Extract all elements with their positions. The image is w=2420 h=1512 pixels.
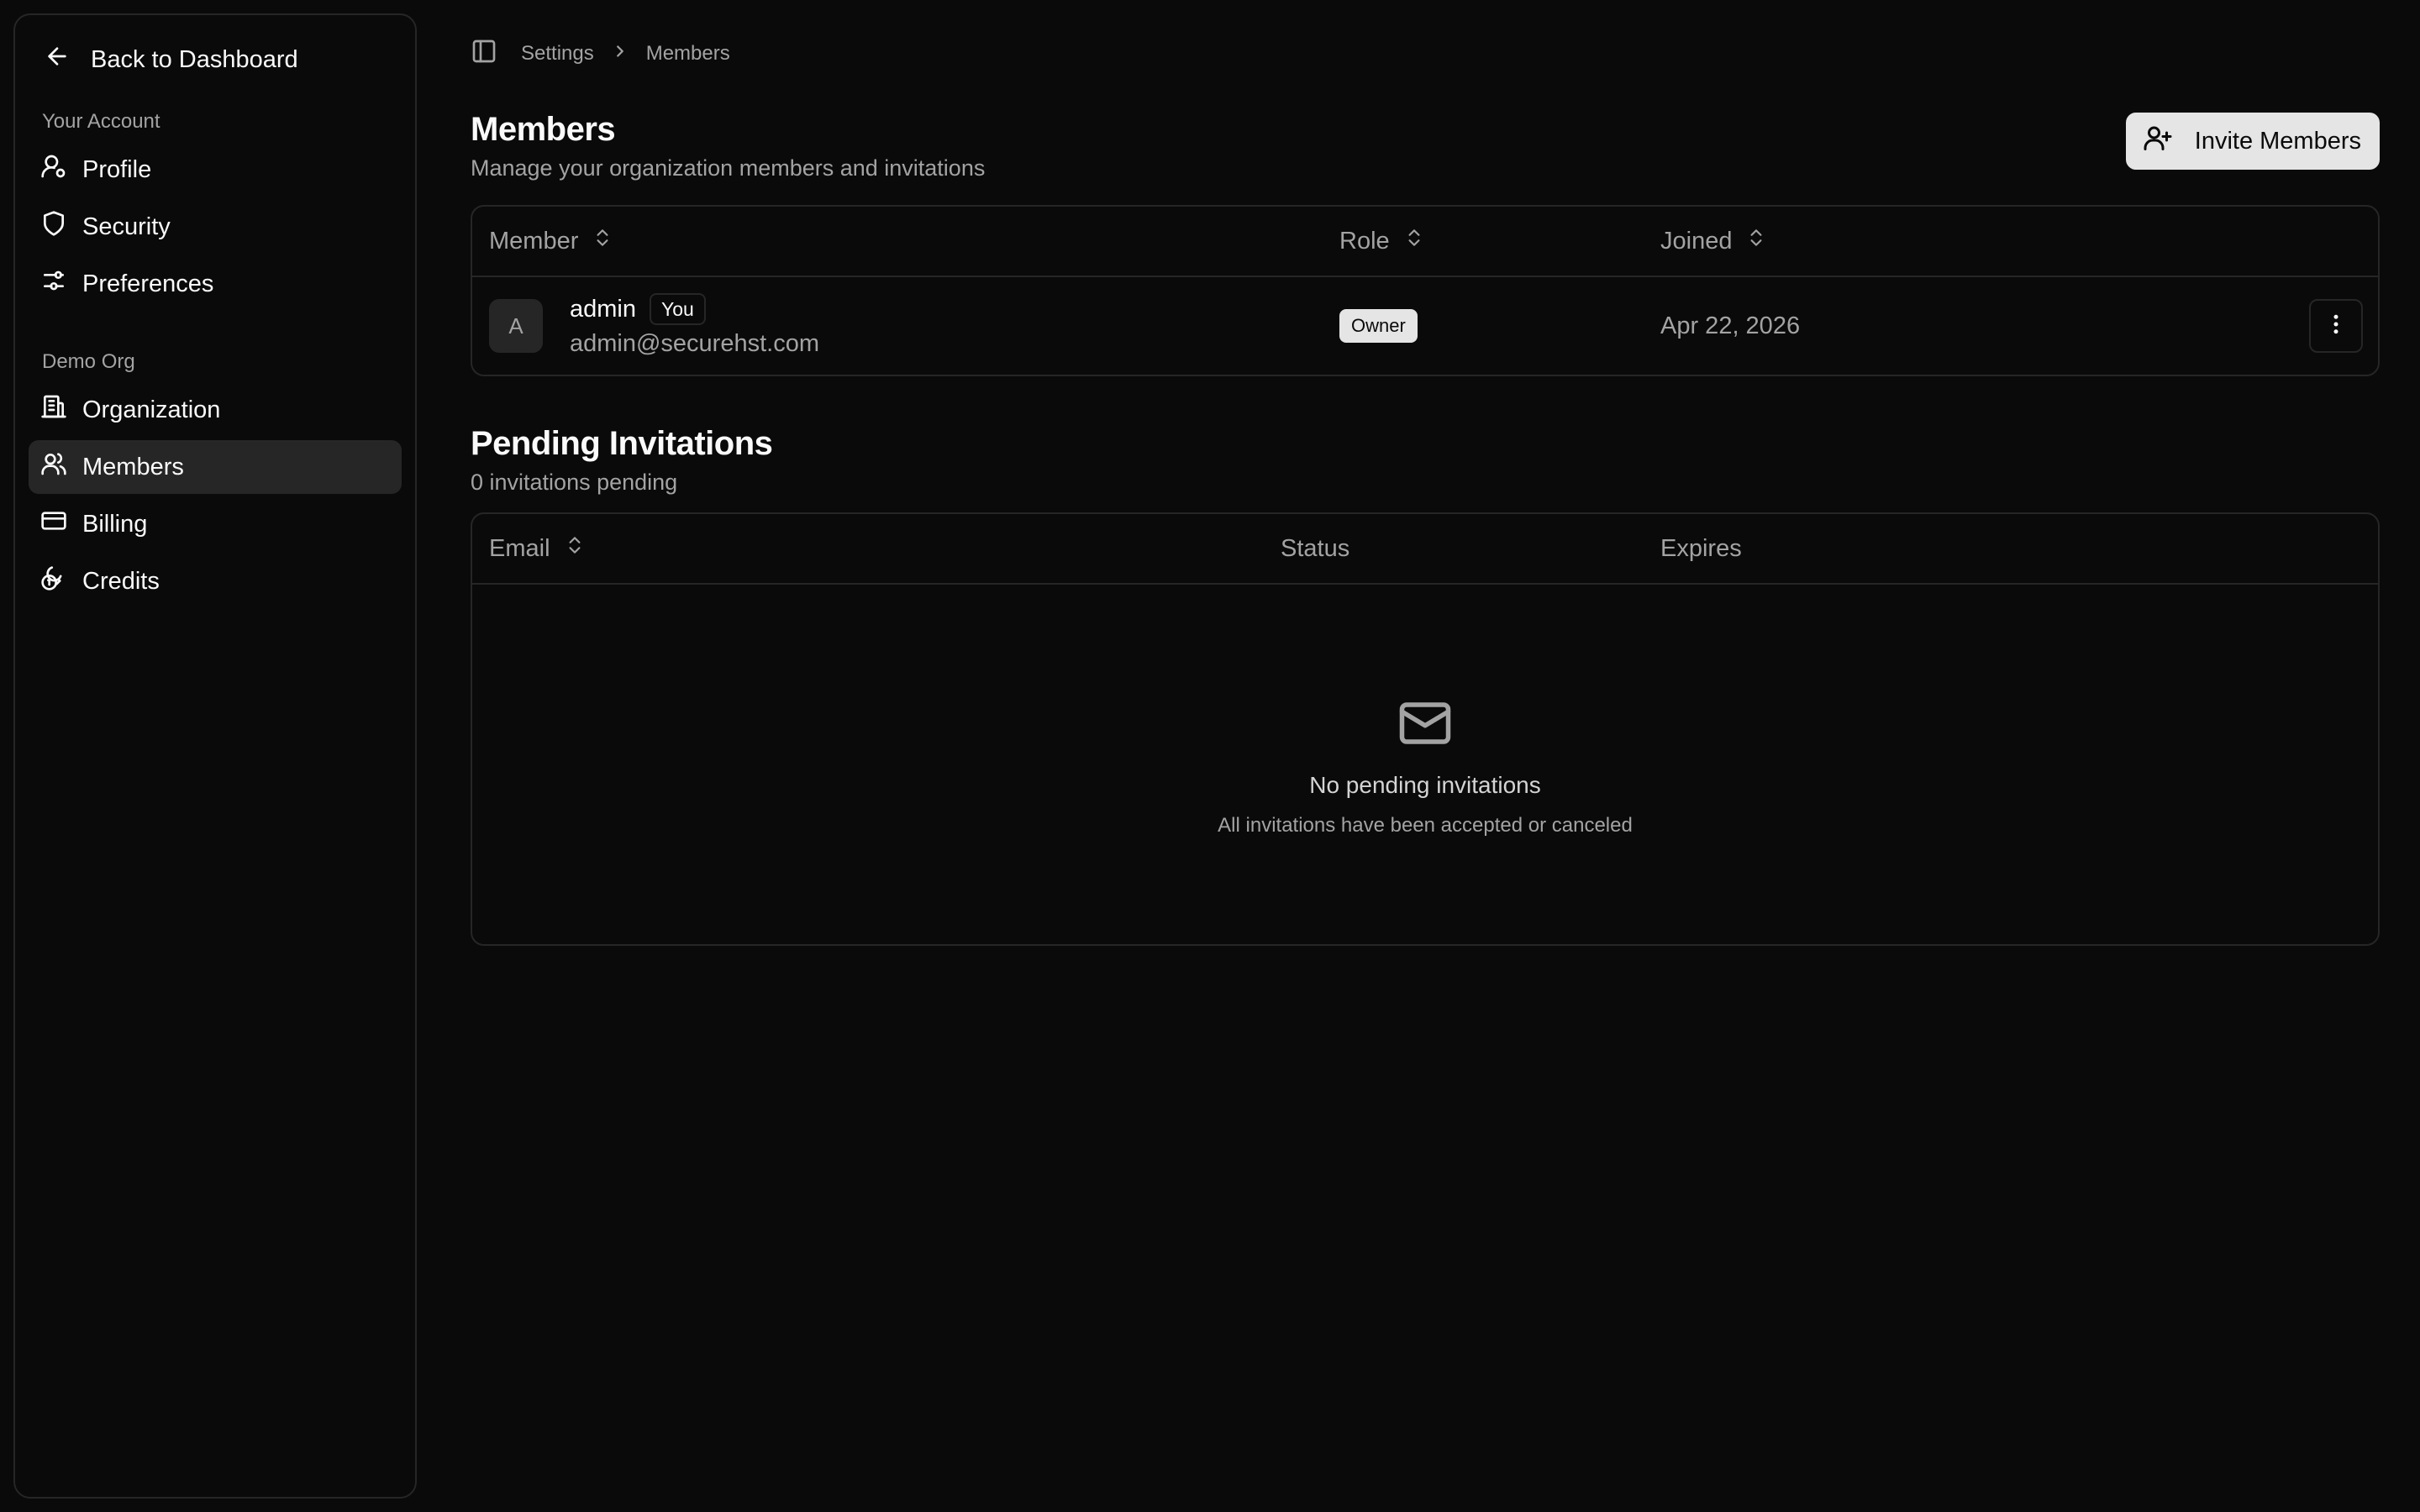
column-header-joined[interactable]: Joined [1660,227,1767,255]
members-table: Member Role Joined A admin You admin@sec… [471,205,2380,376]
you-badge: You [650,293,706,325]
back-to-dashboard-link[interactable]: Back to Dashboard [29,34,402,86]
member-email: admin@securehst.com [570,330,819,357]
column-header-email[interactable]: Email [489,534,1281,563]
sidebar-group-label-account: Your Account [42,110,160,133]
column-label: Joined [1660,227,1733,255]
role-badge: Owner [1339,309,1418,343]
invitations-table-header: Email Status Expires [472,514,2378,585]
row-actions-button[interactable] [2309,299,2363,353]
sidebar-toggle-icon[interactable] [471,38,497,71]
sidebar-item-members[interactable]: Members [29,440,402,494]
breadcrumb: Settings Members [471,27,2380,81]
invitations-subtitle: 0 invitations pending [471,470,678,495]
credit-card-icon [40,507,67,541]
member-cell: A admin You admin@securehst.com [489,291,1339,360]
members-title: Members [471,111,616,148]
main-content: Settings Members Members Manage your org… [471,0,2380,946]
invitations-table: Email Status Expires No pending invitati… [471,512,2380,946]
mail-icon [1397,696,1453,767]
user-cog-icon [40,153,67,186]
column-label: Email [489,534,550,562]
sidebar-item-label: Credits [82,567,160,595]
sidebar-item-label: Billing [82,510,148,538]
breadcrumb-current: Members [645,42,730,65]
empty-state-subtitle: All invitations have been accepted or ca… [1218,814,1633,837]
sidebar-group-label-org: Demo Org [42,350,135,373]
sidebar-item-organization[interactable]: Organization [29,383,402,437]
column-header-status: Status [1281,535,1660,563]
back-to-dashboard-label: Back to Dashboard [91,45,298,73]
member-name: admin [570,295,636,323]
sidebar-item-label: Preferences [82,270,214,297]
column-label: Expires [1660,534,1742,562]
sidebar-item-profile[interactable]: Profile [29,143,402,197]
column-header-member[interactable]: Member [489,227,1339,255]
role-cell: Owner [1339,309,1660,343]
column-label: Status [1281,534,1350,562]
shield-icon [40,210,67,244]
invite-members-label: Invite Members [2194,127,2361,155]
sort-icon [592,227,613,255]
invitations-title: Pending Invitations [471,425,773,462]
members-header: Members Manage your organization members… [471,108,2380,185]
sidebar-item-preferences[interactable]: Preferences [29,257,402,311]
members-subtitle: Manage your organization members and inv… [471,155,986,181]
breadcrumb-settings-link[interactable]: Settings [521,42,594,66]
sidebar-item-billing[interactable]: Billing [29,497,402,551]
coins-icon [40,564,67,598]
empty-state: No pending invitations All invitations h… [472,585,2378,944]
sliders-icon [40,267,67,301]
sort-icon [1403,227,1425,255]
column-label: Member [489,227,579,255]
sidebar-item-credits[interactable]: Credits [29,554,402,608]
joined-date: Apr 22, 2026 [1660,312,1801,339]
invite-members-button[interactable]: Invite Members [2125,113,2380,170]
sidebar-item-label: Profile [82,155,152,183]
avatar: A [489,299,543,353]
settings-sidebar: Back to Dashboard Your Account Profile S… [13,13,417,1499]
chevron-right-icon [611,42,629,66]
sidebar-item-label: Members [82,453,184,480]
sidebar-item-security[interactable]: Security [29,200,402,254]
column-header-expires: Expires [1660,535,1742,563]
invitations-header: Pending Invitations 0 invitations pendin… [471,422,2380,495]
building-icon [40,393,67,427]
table-row: A admin You admin@securehst.com Owner Ap… [472,277,2378,375]
empty-state-title: No pending invitations [1309,772,1541,798]
sidebar-item-label: Organization [82,396,221,423]
sidebar-item-label: Security [82,213,171,240]
users-icon [40,450,67,484]
more-vertical-icon [2323,312,2349,341]
user-plus-icon [2143,123,2173,160]
column-label: Role [1339,227,1390,255]
sort-icon [1745,227,1767,255]
arrow-left-icon [44,43,71,76]
column-header-role[interactable]: Role [1339,227,1660,255]
sort-icon [564,534,586,563]
members-table-header: Member Role Joined [472,207,2378,277]
